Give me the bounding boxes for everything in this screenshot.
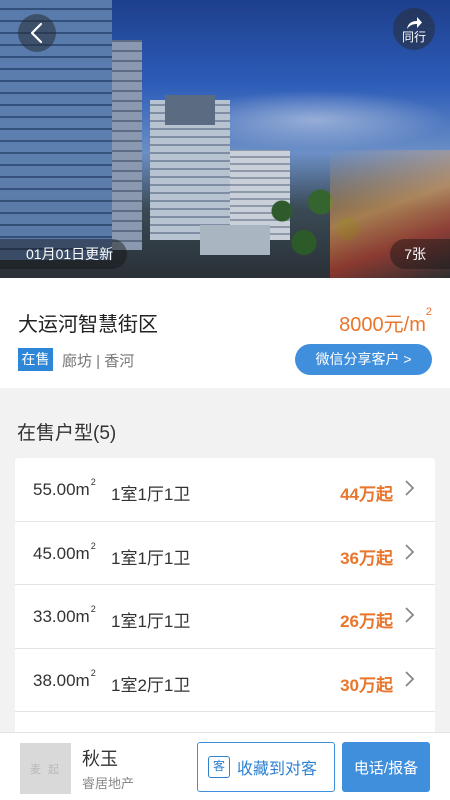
unit-area-value: 38.00m: [33, 670, 90, 690]
unit-layout: 1室1厅1卫: [111, 612, 191, 631]
unit-area-superscript: 2: [90, 604, 96, 614]
unit-row[interactable]: 55.00m2 1室1厅1卫 44万起: [15, 458, 435, 522]
wechat-share-button[interactable]: 微信分享客户 >: [295, 344, 432, 375]
agent-name: 秋玉: [82, 749, 118, 769]
unit-area: 33.00m2: [33, 604, 96, 627]
unit-area-value: 33.00m: [33, 607, 90, 626]
agent-company: 睿居地产: [82, 776, 135, 791]
hero-building: [0, 0, 112, 260]
units-list: 55.00m2 1室1厅1卫 44万起 45.00m2 1室1厅1卫 36万起 …: [15, 458, 435, 748]
share-peer-label: 同行: [401, 29, 426, 44]
units-section-title: 在售户型(5): [17, 423, 117, 444]
unit-area-value: 45.00m: [33, 543, 90, 563]
unit-area-superscript: 2: [90, 667, 96, 678]
unit-row[interactable]: 45.00m2 1室1厅1卫 36万起: [15, 522, 435, 585]
property-location: 廊坊 | 香河: [62, 353, 135, 370]
hero-image[interactable]: 同行 01月01日更新 7张: [0, 0, 450, 278]
chevron-left-icon: [30, 22, 43, 44]
unit-layout: 1室2厅1卫: [111, 675, 191, 695]
call-report-button[interactable]: 电话/报备: [342, 742, 430, 792]
price-unit-superscript: 2: [425, 306, 432, 318]
favorite-to-client-button[interactable]: 客 收藏到对客: [197, 742, 335, 792]
property-info: 大运河智慧街区 8000元/m2 在售 廊坊 | 香河 微信分享客户 >: [0, 278, 450, 388]
update-date-badge: 01月01日更新: [0, 239, 128, 269]
hero-building: [112, 40, 142, 250]
property-title: 大运河智慧街区: [18, 314, 158, 336]
unit-row[interactable]: 33.00m2 1室1厅1卫 26万起: [15, 585, 435, 649]
unit-area-superscript: 2: [90, 477, 96, 487]
unit-layout: 1室1厅1卫: [111, 485, 191, 504]
unit-area: 45.00m2: [33, 540, 96, 564]
unit-area: 38.00m2: [33, 667, 96, 691]
unit-price: 26万起: [340, 612, 393, 631]
hero-building: [165, 95, 215, 125]
unit-price: 36万起: [340, 548, 393, 568]
chevron-right-icon: [405, 670, 415, 687]
agent-avatar[interactable]: 麦 起: [20, 743, 71, 794]
status-badge: 在售: [18, 348, 53, 371]
share-peer-button[interactable]: 同行: [393, 8, 435, 50]
unit-price: 44万起: [340, 485, 393, 504]
unit-layout: 1室1厅1卫: [111, 548, 191, 568]
back-button[interactable]: [18, 14, 56, 52]
favorite-label: 收藏到对客: [237, 761, 318, 778]
chevron-right-icon: [405, 480, 415, 496]
photo-count-badge[interactable]: 7张: [390, 239, 450, 269]
property-price: 8000元/m2: [339, 306, 432, 337]
unit-area-superscript: 2: [90, 540, 96, 551]
client-icon: 客: [208, 756, 230, 778]
hero-plaza: [200, 225, 270, 255]
unit-area: 55.00m2: [33, 477, 96, 500]
unit-row[interactable]: 38.00m2 1室2厅1卫 30万起: [15, 649, 435, 712]
unit-area-value: 55.00m: [33, 480, 90, 499]
bottom-action-bar: 麦 起 秋玉 睿居地产 客 收藏到对客 电话/报备: [0, 732, 450, 800]
chevron-right-icon: [405, 543, 415, 560]
chevron-right-icon: [405, 607, 415, 623]
share-arrow-icon: [407, 16, 422, 29]
unit-price: 30万起: [340, 675, 393, 695]
property-price-value: 8000元/m: [339, 314, 426, 336]
